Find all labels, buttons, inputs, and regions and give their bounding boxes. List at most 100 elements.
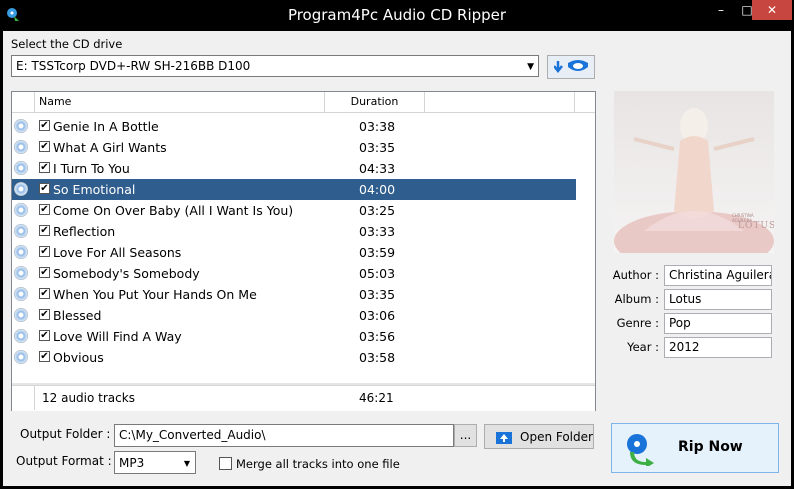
album-art: CHRISTINA AGUILERA LOTUS (614, 91, 774, 253)
track-row[interactable]: ✔ Come On Over Baby (All I Want Is You) 03… (12, 200, 576, 221)
track-checkbox[interactable]: ✔ (39, 120, 50, 131)
track-duration: 03:06 (359, 308, 396, 323)
track-name: Blessed (53, 308, 102, 323)
drive-value: E: TSSTcorp DVD+-RW SH-216BB D100 (16, 59, 251, 73)
client-area: Select the CD drive E: TSSTcorp DVD+-RW … (3, 31, 791, 486)
header-blank (12, 92, 35, 112)
track-row[interactable]: ✔ I Turn To You 04:33 (12, 158, 576, 179)
track-checkbox[interactable]: ✔ (39, 330, 50, 341)
cd-track-icon (14, 224, 28, 238)
list-footer: 12 audio tracks 46:21 (12, 385, 595, 411)
track-name: What A Girl Wants (53, 140, 167, 155)
track-duration: 05:03 (359, 266, 396, 281)
title-bar: Program4Pc Audio CD Ripper – □ ✕ (0, 0, 794, 31)
rip-now-button[interactable]: Rip Now (611, 423, 779, 473)
output-folder-input[interactable]: C:\My_Converted_Audio\ (114, 424, 454, 447)
track-checkbox[interactable]: ✔ (39, 141, 50, 152)
track-checkbox[interactable]: ✔ (39, 183, 50, 194)
rip-icon (627, 434, 654, 466)
cd-track-icon (14, 203, 28, 217)
track-name: Genie In A Bottle (53, 119, 159, 134)
track-name: Reflection (53, 224, 116, 239)
track-duration: 03:56 (359, 329, 396, 344)
cd-track-icon (14, 161, 28, 175)
minimize-button[interactable]: – (708, 0, 734, 20)
album-art-title: LOTUS (738, 221, 774, 231)
track-name: So Emotional (53, 182, 136, 197)
track-duration: 03:35 (359, 287, 396, 302)
cd-track-icon (14, 119, 28, 133)
author-field[interactable]: Christina Aguilera (664, 265, 772, 286)
album-label: Album : (614, 292, 659, 306)
track-name: Come On Over Baby (All I Want Is You) (53, 203, 294, 218)
footer-blank (12, 386, 35, 410)
track-row[interactable]: ✔ What A Girl Wants 03:35 (12, 137, 576, 158)
app-window: Program4Pc Audio CD Ripper – □ ✕ Select … (0, 0, 794, 489)
output-format-value: MP3 (119, 456, 145, 470)
genre-label: Genre : (616, 316, 659, 330)
browse-button[interactable]: ... (454, 424, 477, 447)
track-row[interactable]: ✔ Blessed 03:06 (12, 305, 576, 326)
output-format-label: Output Format : (16, 454, 112, 468)
track-list[interactable]: Name Duration ✔ Genie In A Bottle 03:38 ✔ Wh… (11, 91, 596, 411)
track-name: Love Will Find A Way (53, 329, 182, 344)
track-count: 12 audio tracks (42, 391, 135, 405)
track-checkbox[interactable]: ✔ (39, 246, 50, 257)
track-row[interactable]: ✔ Genie In A Bottle 03:38 (12, 116, 576, 137)
track-row[interactable]: ✔ So Emotional 04:00 (12, 179, 576, 200)
drive-label: Select the CD drive (11, 37, 123, 51)
list-header: Name Duration (12, 92, 595, 113)
track-name: Somebody's Somebody (53, 266, 200, 281)
year-field[interactable]: 2012 (664, 337, 772, 358)
folder-open-icon (496, 432, 512, 444)
drive-select[interactable]: E: TSSTcorp DVD+-RW SH-216BB D100 ▼ (11, 55, 539, 77)
track-duration: 03:35 (359, 140, 396, 155)
track-duration: 03:25 (359, 203, 396, 218)
track-row[interactable]: ✔ Love For All Seasons 03:59 (12, 242, 576, 263)
track-duration: 03:38 (359, 119, 396, 134)
rip-now-label: Rip Now (678, 439, 743, 455)
genre-field[interactable]: Pop (664, 313, 772, 334)
cd-track-icon (14, 266, 28, 280)
merge-checkbox[interactable] (219, 457, 232, 470)
track-checkbox[interactable]: ✔ (39, 162, 50, 173)
track-row[interactable]: ✔ When You Put Your Hands On Me 03:35 (12, 284, 576, 305)
track-row[interactable]: ✔ Love Will Find A Way 03:56 (12, 326, 576, 347)
track-checkbox[interactable]: ✔ (39, 309, 50, 320)
track-row[interactable]: ✔ Somebody's Somebody 05:03 (12, 263, 576, 284)
output-format-select[interactable]: MP3 ▼ (114, 451, 196, 474)
header-spacer (425, 92, 575, 112)
eject-refresh-button[interactable] (547, 55, 595, 79)
merge-label: Merge all tracks into one file (236, 457, 400, 471)
cd-track-icon (14, 287, 28, 301)
track-duration: 04:00 (359, 182, 396, 197)
close-button[interactable]: ✕ (752, 0, 792, 20)
album-field[interactable]: Lotus (664, 289, 772, 310)
chevron-down-icon: ▼ (527, 62, 534, 72)
cd-track-icon (14, 350, 28, 364)
track-checkbox[interactable]: ✔ (39, 351, 50, 362)
cd-track-icon (14, 308, 28, 322)
cd-track-icon (14, 182, 28, 196)
track-checkbox[interactable]: ✔ (39, 267, 50, 278)
eject-icon (554, 60, 588, 74)
output-folder-label: Output Folder : (20, 427, 111, 441)
column-name[interactable]: Name (35, 92, 325, 112)
open-folder-button[interactable]: Open Folder (484, 424, 594, 449)
window-title: Program4Pc Audio CD Ripper (287, 6, 507, 24)
chevron-down-icon: ▼ (183, 459, 190, 468)
total-duration: 46:21 (359, 391, 394, 405)
track-duration: 03:58 (359, 350, 396, 365)
track-checkbox[interactable]: ✔ (39, 225, 50, 236)
track-checkbox[interactable]: ✔ (39, 204, 50, 215)
track-name: I Turn To You (53, 161, 130, 176)
cd-track-icon (14, 245, 28, 259)
track-checkbox[interactable]: ✔ (39, 288, 50, 299)
author-label: Author : (612, 268, 659, 282)
column-duration[interactable]: Duration (325, 92, 425, 112)
track-row[interactable]: ✔ Reflection 03:33 (12, 221, 576, 242)
track-duration: 04:33 (359, 161, 396, 176)
track-row[interactable]: ✔ Obvious 03:58 (12, 347, 576, 368)
track-name: When You Put Your Hands On Me (53, 287, 257, 302)
year-label: Year : (627, 340, 659, 354)
